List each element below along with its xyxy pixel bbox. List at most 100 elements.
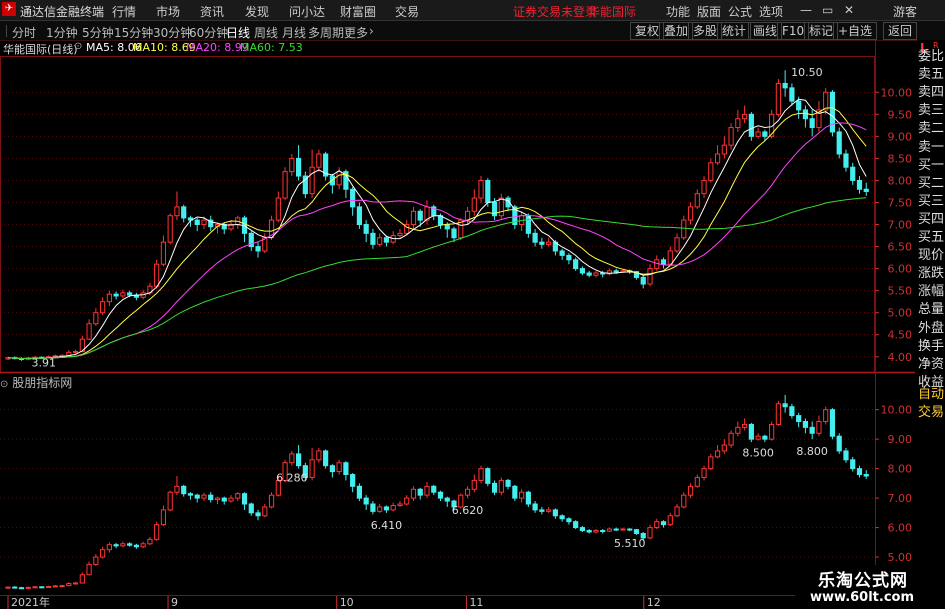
menu-item-ask[interactable]: 问小达: [289, 3, 325, 20]
side-item[interactable]: 换手: [918, 337, 945, 356]
candle: [410, 210, 417, 226]
side-item[interactable]: 总量: [918, 300, 945, 319]
sub-candle: [539, 509, 545, 512]
sub-candle: [532, 503, 538, 511]
menu-item-market[interactable]: 行情: [112, 3, 136, 20]
candle: [201, 219, 207, 226]
menu-item-options[interactable]: 选项: [759, 3, 783, 20]
period-more[interactable]: 更多: [344, 24, 368, 41]
side-item[interactable]: 买二: [918, 174, 945, 193]
sub-candle: [829, 409, 836, 437]
ma10-line: [7, 107, 867, 360]
period-timeshare[interactable]: 分时: [12, 24, 36, 41]
sub-candle: [667, 515, 673, 526]
guest-user[interactable]: 游客: [893, 3, 917, 20]
period-multi[interactable]: 多周期: [308, 24, 344, 41]
side-item[interactable]: 卖五: [918, 65, 945, 84]
candle: [350, 188, 356, 208]
side-item[interactable]: 卖二: [918, 119, 945, 138]
period-15min[interactable]: 15分钟: [114, 24, 153, 41]
candle: [316, 153, 322, 168]
sub-candle: [228, 497, 234, 502]
menu-item-news[interactable]: 资讯: [200, 3, 224, 20]
candle: [660, 259, 667, 265]
period-5min[interactable]: 5分钟: [82, 24, 114, 41]
sub-candle: [836, 435, 842, 452]
sub-candle: [464, 488, 471, 496]
sub-candle: [789, 406, 795, 417]
more-chevron-icon[interactable]: ›: [369, 24, 374, 38]
candle: [464, 210, 471, 221]
candle: [640, 276, 646, 285]
legend-toggle-icon[interactable]: ⊙: [74, 41, 82, 52]
period-weekly[interactable]: 周线: [254, 24, 278, 41]
watermark-title: 乐淘公式网: [818, 571, 908, 591]
login-notice[interactable]: 证券交易未登录: [513, 3, 597, 20]
period-60min[interactable]: 60分钟: [189, 24, 228, 41]
candle: [93, 312, 99, 325]
sub-candle: [100, 549, 106, 558]
candle: [836, 131, 842, 155]
subchart-toggle-icon[interactable]: ⊙: [0, 379, 8, 390]
y-tick-label: 6.00: [888, 522, 913, 535]
candle: [127, 292, 133, 296]
side-item[interactable]: 卖三: [918, 101, 945, 120]
candle: [100, 301, 106, 314]
candle: [701, 179, 707, 195]
chart-toolbar: 分时 1分钟 5分钟 15分钟 30分钟 60分钟 日线 周线 月线 多周期 更…: [0, 21, 945, 41]
sub-candle: [404, 497, 410, 505]
sub-candle: [491, 482, 498, 493]
menu-item-discover[interactable]: 发现: [245, 3, 269, 20]
side-item[interactable]: 涨幅: [918, 282, 945, 301]
sub-annotation: 8.800: [796, 445, 828, 458]
side-item-lower[interactable]: 交易: [918, 403, 945, 422]
candle: [681, 219, 687, 239]
menu-item-layout[interactable]: 版面: [697, 3, 721, 20]
side-item[interactable]: 委比: [918, 47, 945, 66]
side-item-lower[interactable]: 自动: [918, 385, 945, 404]
side-item[interactable]: 涨跌: [918, 264, 945, 283]
candle: [687, 206, 694, 221]
side-item[interactable]: 外盘: [918, 319, 945, 338]
period-daily[interactable]: 日线: [226, 24, 250, 41]
candle: [762, 131, 768, 137]
side-item[interactable]: 卖四: [918, 83, 945, 102]
sub-candle: [93, 556, 99, 565]
period-monthly[interactable]: 月线: [282, 24, 306, 41]
menu-item-wealth[interactable]: 财富圈: [340, 3, 376, 20]
y-tick-label: 9.00: [888, 433, 913, 446]
side-item[interactable]: 现价: [918, 246, 945, 265]
sub-candle: [32, 586, 38, 589]
side-item[interactable]: 买四: [918, 210, 945, 229]
btn-stats[interactable]: 统计: [717, 22, 752, 40]
side-item[interactable]: 买三: [918, 192, 945, 211]
sub-candle: [431, 485, 437, 493]
sub-annotation: 8.500: [742, 447, 774, 460]
sub-candle: [383, 506, 390, 511]
window-icon[interactable]: ▭: [822, 3, 833, 17]
btn-add-watchlist[interactable]: +自选: [833, 22, 878, 40]
candle: [742, 113, 748, 120]
btn-back[interactable]: 返回: [883, 22, 918, 40]
sub-candle: [12, 586, 18, 589]
menu-item-function[interactable]: 功能: [666, 3, 690, 20]
close-icon[interactable]: ✕: [844, 3, 854, 17]
kline-chart[interactable]: 10.00 9.50 9.00 8.50 8.00 7.50 7.00 6.50 6.00 5.5…: [0, 40, 915, 609]
side-item[interactable]: 买五: [918, 228, 945, 247]
sub-candle: [856, 468, 863, 476]
sub-candle: [660, 521, 667, 526]
side-item[interactable]: 卖一: [918, 138, 945, 157]
period-1min[interactable]: 1分钟: [46, 24, 78, 41]
side-item[interactable]: 净资: [918, 355, 945, 374]
menu-item-trade[interactable]: 交易: [395, 3, 419, 20]
menu-item-formula[interactable]: 公式: [728, 3, 752, 20]
minimize-icon[interactable]: —: [800, 3, 812, 17]
y-tick-label: 8.00: [888, 463, 913, 476]
sub-candle: [316, 450, 322, 461]
menu-item-markets[interactable]: 市场: [156, 3, 180, 20]
side-item[interactable]: 买一: [918, 156, 945, 175]
candle: [160, 241, 167, 265]
period-30min[interactable]: 30分钟: [153, 24, 192, 41]
app-title: 通达信金融终端: [20, 5, 105, 19]
sub-candle: [248, 503, 254, 514]
